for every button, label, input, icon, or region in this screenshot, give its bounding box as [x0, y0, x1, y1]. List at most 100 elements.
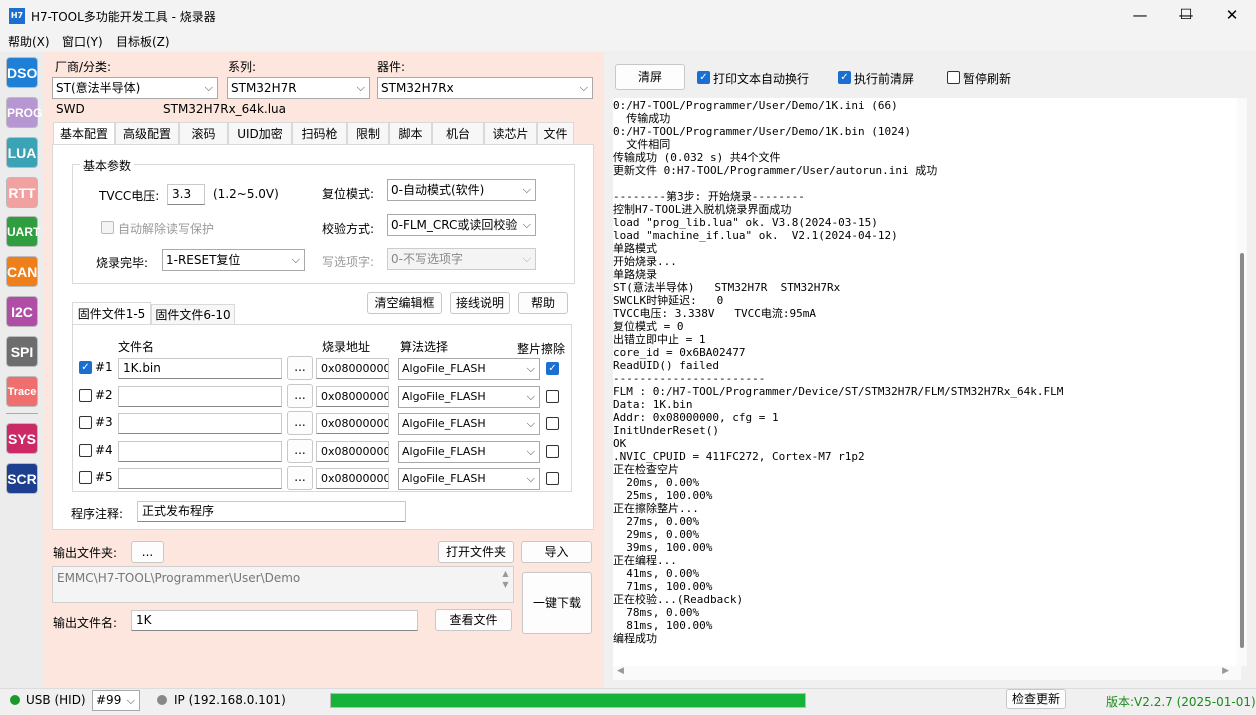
sidebar-spi-button[interactable]: SPI [6, 336, 38, 367]
menu-help[interactable]: 帮助(X) [8, 33, 50, 50]
tab-item-4[interactable]: 扫码枪 [292, 122, 347, 144]
chip-erase-checkbox[interactable]: ✓ [546, 362, 559, 375]
sidebar-can-button[interactable]: CAN [6, 256, 38, 287]
algo-select[interactable]: AlgoFile_FLASH ⌵ [398, 468, 540, 490]
scroll-left-icon[interactable]: ◀ [617, 666, 624, 676]
sidebar-uart-button[interactable]: UART [6, 216, 40, 247]
clear-screen-button[interactable]: 清屏 [615, 64, 685, 90]
log-horizontal-scrollbar[interactable]: ◀ ▶ [613, 666, 1241, 680]
part-label: 器件: [377, 60, 406, 74]
minimize-icon[interactable]: — [1117, 0, 1163, 31]
tab-files-1-5[interactable]: 固件文件1-5 [72, 302, 151, 325]
note-input[interactable]: 正式发布程序 [137, 501, 406, 522]
vendor-select[interactable]: ST(意法半导体) ⌵ [52, 77, 218, 99]
file-browse-button[interactable]: ... [287, 384, 313, 408]
help-button[interactable]: 帮助 [518, 292, 568, 314]
option-value: 0-不写选项字 [391, 252, 463, 266]
auto-unlock-checkbox[interactable] [101, 221, 114, 234]
file-enable-checkbox[interactable] [79, 471, 92, 484]
path-scrollbar[interactable]: ▲ ▼ [499, 568, 512, 601]
tab-item-2[interactable]: 滚码 [179, 122, 228, 144]
pause-checkbox[interactable] [947, 71, 960, 84]
log-line: 复位模式 = 0 [613, 320, 684, 333]
tvcc-input[interactable]: 3.3 [167, 184, 205, 205]
chip-erase-checkbox[interactable] [546, 417, 559, 430]
file-browse-button[interactable]: ... [287, 356, 313, 380]
option-select[interactable]: 0-不写选项字 ⌵ [387, 248, 536, 270]
file-browse-button[interactable]: ... [287, 411, 313, 435]
lua-file-label: STM32H7Rx_64k.lua [163, 102, 286, 116]
tab-basic-config[interactable]: 基本配置 [53, 122, 115, 145]
log-vertical-scrollbar[interactable] [1237, 98, 1247, 666]
view-file-button[interactable]: 查看文件 [435, 609, 512, 631]
sidebar-prog-button[interactable]: PROG [6, 97, 42, 128]
tab-item-5[interactable]: 限制 [347, 122, 389, 144]
import-button[interactable]: 导入 [521, 541, 592, 563]
algo-select[interactable]: AlgoFile_FLASH ⌵ [398, 358, 540, 380]
tab-item-6[interactable]: 脚本 [389, 122, 432, 144]
log-line: .NVIC_CPUID = 411FC272, Cortex-M7 r1p2 [613, 450, 865, 463]
finish-value: 1-RESET复位 [166, 253, 241, 267]
series-select[interactable]: STM32H7R ⌵ [227, 77, 370, 99]
sidebar-divider [6, 413, 38, 414]
sidebar-dso-button[interactable]: DSO [6, 57, 38, 88]
log-output[interactable]: 0:/H7-TOOL/Programmer/User/Demo/1K.ini (… [613, 98, 1241, 666]
file-address-input[interactable]: 0x08000000 [316, 468, 389, 489]
file-enable-checkbox[interactable] [79, 444, 92, 457]
file-enable-checkbox[interactable]: ✓ [79, 361, 92, 374]
maximize-button[interactable]: ☐ [1163, 0, 1209, 31]
tab-item-9[interactable]: 文件 [537, 122, 574, 144]
open-folder-button[interactable]: 打开文件夹 [438, 541, 514, 563]
close-button[interactable]: ✕ [1209, 0, 1255, 31]
tab-item-1[interactable]: 高级配置 [115, 122, 179, 144]
algo-select[interactable]: AlgoFile_FLASH ⌵ [398, 441, 540, 463]
tab-files-6-10[interactable]: 固件文件6-10 [151, 304, 235, 324]
algo-select[interactable]: AlgoFile_FLASH ⌵ [398, 386, 540, 408]
tab-item-7[interactable]: 机台 [432, 122, 484, 144]
file-name-input[interactable] [118, 441, 282, 462]
part-select[interactable]: STM32H7Rx ⌵ [377, 77, 593, 99]
file-name-input[interactable]: 1K.bin [118, 358, 282, 379]
scroll-right-icon[interactable]: ▶ [1222, 666, 1229, 676]
output-folder-browse[interactable]: ... [131, 541, 164, 563]
file-address-input[interactable]: 0x08000000 [316, 441, 389, 462]
sidebar-i2c-button[interactable]: I2C [6, 296, 38, 327]
file-enable-checkbox[interactable] [79, 389, 92, 402]
sidebar-trace-button[interactable]: Trace [6, 376, 38, 407]
file-address-input[interactable]: 0x08000000 [316, 386, 389, 407]
file-name-input[interactable] [118, 386, 282, 407]
sidebar-lua-button[interactable]: LUA [6, 137, 38, 168]
file-enable-checkbox[interactable] [79, 416, 92, 429]
tab-item-8[interactable]: 读芯片 [484, 122, 537, 144]
chip-erase-checkbox[interactable] [546, 390, 559, 403]
sidebar-scr-button[interactable]: SCR [6, 463, 38, 494]
clear-box-button[interactable]: 清空编辑框 [367, 292, 442, 314]
file-address-input[interactable]: 0x08000000 [316, 413, 389, 434]
check-update-button[interactable]: 检查更新 [1006, 689, 1066, 709]
chip-erase-checkbox[interactable] [546, 472, 559, 485]
device-number-select[interactable]: #99 ⌵ [92, 690, 140, 711]
scroll-thumb[interactable] [1240, 253, 1244, 648]
log-line: 71ms, 100.00% [613, 580, 713, 593]
clear-before-checkbox[interactable]: ✓ [838, 71, 851, 84]
file-name-input[interactable] [118, 468, 282, 489]
sidebar-rtt-button[interactable]: RTT [6, 177, 38, 208]
sidebar-sys-button[interactable]: SYS [6, 423, 38, 454]
output-file-input[interactable]: 1K [131, 610, 418, 631]
menu-target[interactable]: 目标板(Z) [116, 33, 170, 50]
tab-item-3[interactable]: UID加密 [228, 122, 292, 144]
menu-window[interactable]: 窗口(Y) [62, 33, 103, 50]
chip-erase-checkbox[interactable] [546, 445, 559, 458]
series-value: STM32H7R [231, 81, 297, 95]
file-address-input[interactable]: 0x08000000 [316, 358, 389, 379]
wiring-button[interactable]: 接线说明 [450, 292, 510, 314]
finish-select[interactable]: 1-RESET复位 ⌵ [162, 249, 305, 271]
file-name-input[interactable] [118, 413, 282, 434]
algo-select[interactable]: AlgoFile_FLASH ⌵ [398, 413, 540, 435]
wrap-checkbox[interactable]: ✓ [697, 71, 710, 84]
file-browse-button[interactable]: ... [287, 466, 313, 490]
reset-select[interactable]: 0-自动模式(软件) ⌵ [387, 179, 536, 201]
one-click-download-button[interactable]: 一键下载 [522, 572, 592, 634]
verify-select[interactable]: 0-FLM_CRC或读回校验 ⌵ [387, 214, 536, 236]
file-browse-button[interactable]: ... [287, 439, 313, 463]
